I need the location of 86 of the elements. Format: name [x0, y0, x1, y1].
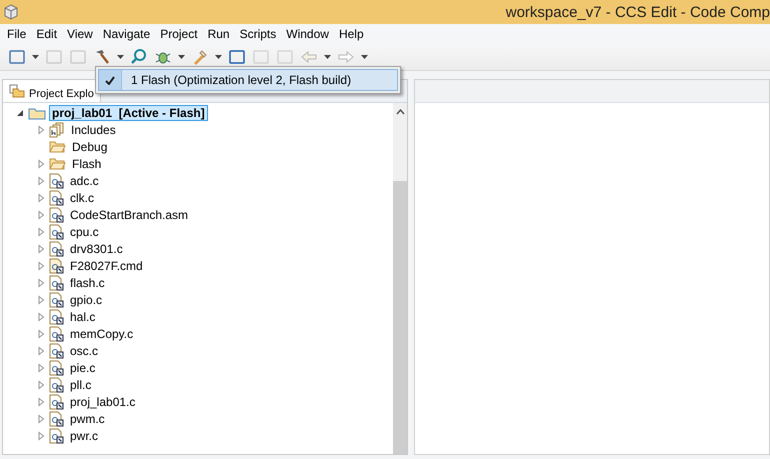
source-file-icon — [49, 360, 64, 376]
source-file-icon — [49, 428, 64, 444]
collapsed-arrow-icon[interactable] — [36, 260, 46, 270]
tree-item[interactable]: flash.c — [67, 274, 108, 290]
collapsed-arrow-icon[interactable] — [36, 192, 46, 202]
source-file-icon — [49, 224, 64, 240]
collapsed-arrow-icon[interactable] — [36, 414, 46, 424]
collapsed-arrow-icon[interactable] — [36, 294, 46, 304]
tree-item[interactable]: cpu.c — [67, 224, 102, 240]
tree-item[interactable]: memCopy.c — [67, 326, 136, 342]
collapsed-arrow-icon[interactable] — [36, 226, 46, 236]
tree-item[interactable]: hal.c — [67, 308, 98, 324]
source-file-icon — [49, 394, 64, 410]
collapsed-arrow-icon[interactable] — [36, 124, 46, 134]
dropdown-caret-icon[interactable] — [324, 55, 331, 59]
tree-item[interactable]: Includes — [68, 122, 119, 138]
source-file-icon — [49, 240, 64, 256]
collapsed-arrow-icon[interactable] — [36, 362, 46, 372]
source-file-icon — [49, 274, 64, 290]
dropdown-caret-icon[interactable] — [32, 55, 39, 59]
collapsed-arrow-icon[interactable] — [36, 278, 46, 288]
collapsed-arrow-icon[interactable] — [36, 210, 46, 220]
dropdown-caret-icon[interactable] — [361, 55, 368, 59]
collapsed-arrow-icon[interactable] — [36, 176, 46, 186]
header-library-icon — [49, 122, 65, 138]
expanded-arrow-icon[interactable] — [15, 108, 25, 118]
tree-item[interactable]: pwr.c — [67, 428, 102, 444]
checkmark-icon — [105, 76, 115, 84]
dropdown-caret-icon[interactable] — [178, 55, 185, 59]
window-title: workspace_v7 - CCS Edit - Code Comp — [506, 4, 770, 20]
source-file-icon — [49, 308, 64, 324]
tree-item[interactable]: pwm.c — [67, 410, 108, 426]
scroll-up-icon[interactable] — [396, 109, 404, 115]
tree-item[interactable]: F28027F.cmd — [67, 258, 146, 274]
tree-item[interactable]: proj_lab01 [Active - Flash] — [49, 104, 208, 120]
tree-item[interactable]: adc.c — [67, 172, 102, 188]
tree-item[interactable]: pll.c — [67, 376, 94, 392]
source-file-icon — [49, 410, 64, 426]
tree-item[interactable]: proj_lab01.c — [67, 394, 138, 410]
source-file-icon — [49, 292, 64, 308]
dropdown-caret-icon[interactable] — [117, 55, 124, 59]
back-arrow-icon[interactable] — [300, 48, 318, 66]
tree-item[interactable]: Debug — [69, 138, 110, 154]
collapsed-arrow-icon[interactable] — [36, 430, 46, 440]
source-file-icon — [49, 190, 64, 206]
tree-item[interactable]: pie.c — [67, 360, 98, 376]
tab-label: Project Explo — [29, 88, 94, 100]
menu-item[interactable]: View — [64, 27, 100, 41]
project-folder-icon — [28, 106, 46, 120]
explorer-icon — [9, 84, 25, 98]
tree-item[interactable]: clk.c — [67, 190, 97, 206]
collapsed-arrow-icon[interactable] — [36, 158, 46, 168]
folder-icon — [49, 156, 66, 170]
tree-item[interactable]: drv8301.c — [67, 240, 126, 256]
source-file-icon — [49, 326, 64, 342]
scrollbar[interactable] — [393, 103, 407, 454]
magnifier-icon[interactable] — [130, 48, 148, 66]
folder-icon — [49, 140, 66, 154]
collapsed-arrow-icon[interactable] — [36, 380, 46, 390]
source-file-icon — [49, 342, 64, 358]
menu-item[interactable]: Navigate — [100, 27, 158, 41]
app-cube-icon — [3, 4, 19, 20]
linker-file-icon — [49, 258, 64, 274]
collapsed-arrow-icon[interactable] — [36, 244, 46, 254]
dropdown-caret-icon[interactable] — [215, 55, 222, 59]
tree-item[interactable]: Flash — [69, 156, 104, 172]
source-file-icon — [49, 376, 64, 392]
collapsed-arrow-icon[interactable] — [36, 328, 46, 338]
menu-item[interactable]: Window — [283, 27, 336, 41]
menu-item[interactable]: Run — [204, 27, 237, 41]
source-file-icon — [49, 206, 64, 222]
collapsed-arrow-icon[interactable] — [36, 312, 46, 322]
tree-item[interactable]: osc.c — [67, 342, 102, 358]
tree-item[interactable]: gpio.c — [67, 292, 106, 308]
collapsed-arrow-icon[interactable] — [36, 396, 46, 406]
forward-arrow-icon[interactable] — [337, 48, 355, 66]
menu-item[interactable]: Project — [157, 27, 205, 41]
menu-item[interactable]: Edit — [33, 27, 64, 41]
menu-item[interactable]: Scripts — [236, 27, 284, 41]
menu-option[interactable]: 1 Flash (Optimization level 2, Flash build) — [98, 69, 398, 91]
menu-item[interactable]: Help — [336, 27, 371, 41]
menu-item[interactable]: File — [4, 27, 34, 41]
collapsed-arrow-icon[interactable] — [36, 346, 46, 356]
source-file-icon — [49, 172, 64, 188]
tree-item[interactable]: CodeStartBranch.asm — [67, 206, 192, 222]
project-explorer-tab[interactable]: Project Explo — [3, 80, 101, 102]
